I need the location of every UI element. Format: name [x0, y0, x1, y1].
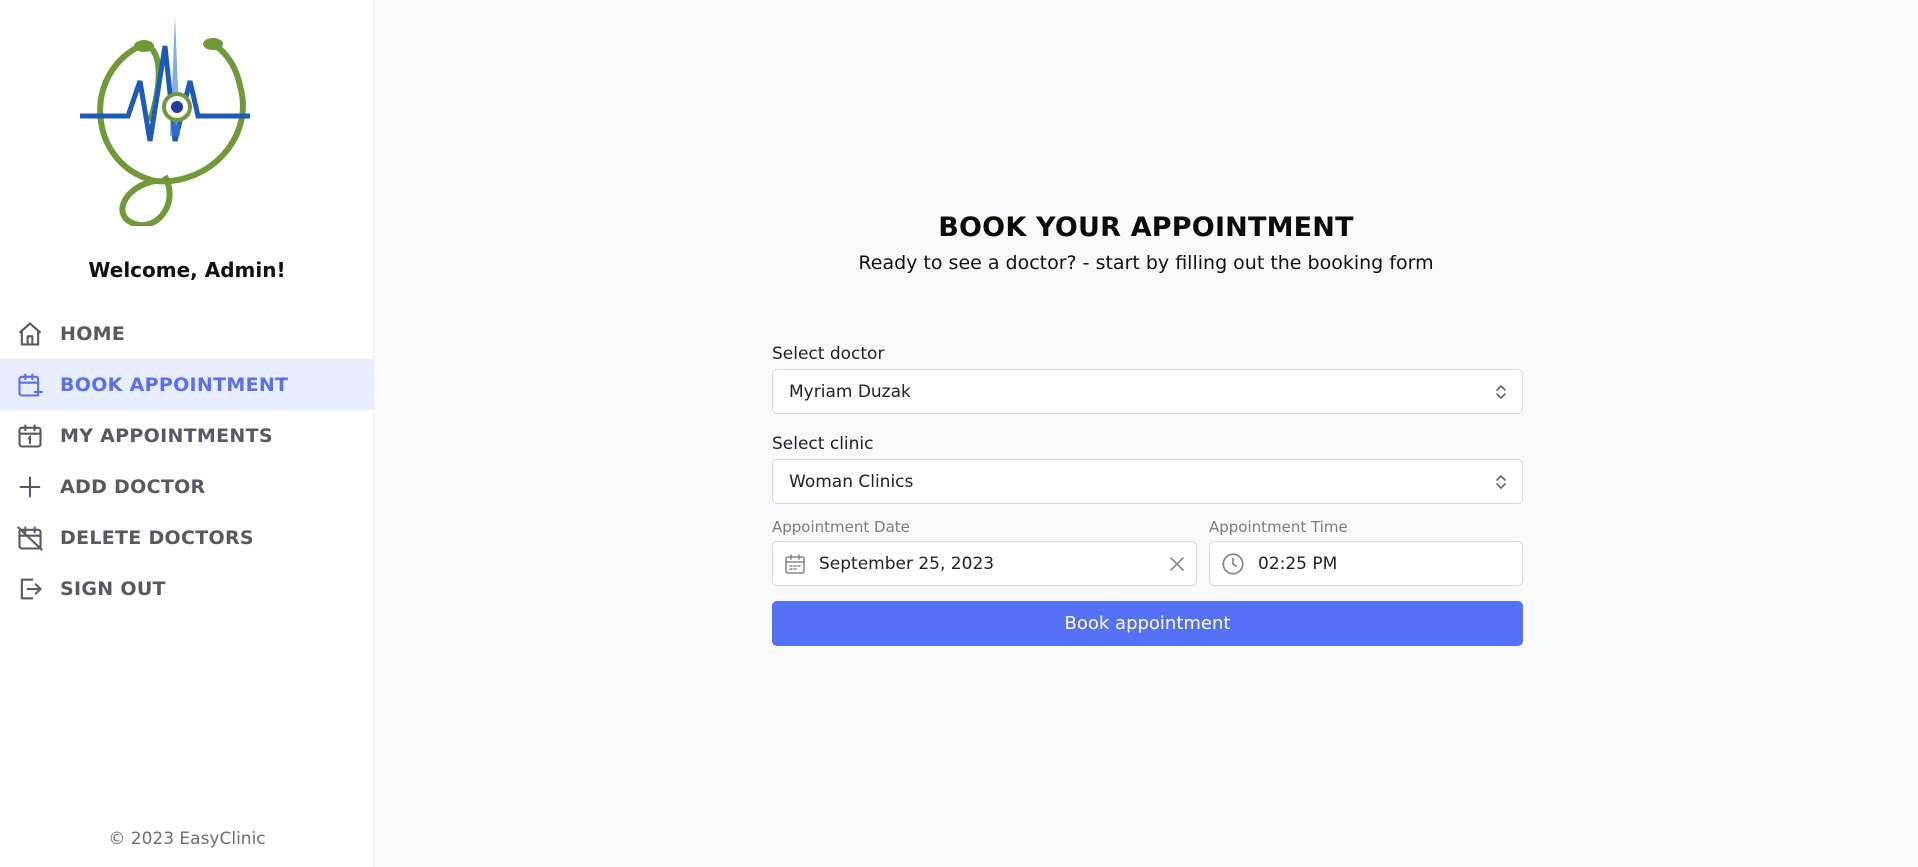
page-title: BOOK YOUR APPOINTMENT: [938, 212, 1354, 243]
booking-form: Select doctor Myriam Duzak Select clinic…: [772, 344, 1523, 646]
clock-icon: [1222, 552, 1244, 575]
chevron-up-down-icon: [1496, 474, 1506, 489]
date-column: Appointment Date September 25, 2023: [772, 518, 1197, 586]
sidebar-item-delete-doctors[interactable]: DELETE DOCTORS: [0, 512, 374, 563]
main-content: BOOK YOUR APPOINTMENT Ready to see a doc…: [374, 0, 1918, 867]
date-time-row: Appointment Date September 25, 2023 Appo…: [772, 518, 1523, 586]
calendar-off-icon: [16, 524, 44, 552]
time-label: Appointment Time: [1209, 518, 1348, 536]
sidebar-nav: HOME BOOK APPOINTMENT MY APPOINTMENTS AD…: [0, 308, 374, 614]
sidebar: Welcome, Admin! HOME BOOK APPOINTMENT MY…: [0, 0, 374, 867]
doctor-select-label: Select doctor: [772, 344, 885, 364]
sidebar-item-label: HOME: [60, 322, 126, 345]
doctor-select[interactable]: Myriam Duzak: [772, 369, 1523, 414]
calendar-icon: [785, 553, 805, 574]
sidebar-item-label: BOOK APPOINTMENT: [60, 373, 289, 396]
app-root: Welcome, Admin! HOME BOOK APPOINTMENT MY…: [0, 0, 1918, 867]
clinic-select-value: Woman Clinics: [789, 471, 914, 492]
date-value: September 25, 2023: [819, 553, 995, 574]
calendar-icon: [16, 422, 44, 450]
logo: [70, 16, 300, 229]
sidebar-item-add-doctor[interactable]: ADD DOCTOR: [0, 461, 374, 512]
sidebar-item-label: SIGN OUT: [60, 577, 166, 600]
doctor-select-value: Myriam Duzak: [789, 381, 911, 402]
sidebar-item-book-appointment[interactable]: BOOK APPOINTMENT: [0, 359, 374, 410]
stethoscope-heartbeat-logo: [80, 16, 250, 229]
date-picker[interactable]: September 25, 2023: [772, 541, 1197, 586]
calendar-plus-icon: [16, 371, 44, 399]
sidebar-item-label: DELETE DOCTORS: [60, 526, 254, 549]
clinic-select-label: Select clinic: [772, 434, 874, 454]
time-value: 02:25 PM: [1258, 553, 1338, 574]
sidebar-item-sign-out[interactable]: SIGN OUT: [0, 563, 374, 614]
sidebar-item-my-appointments[interactable]: MY APPOINTMENTS: [0, 410, 374, 461]
sidebar-item-home[interactable]: HOME: [0, 308, 374, 359]
time-picker[interactable]: 02:25 PM: [1209, 541, 1523, 586]
sidebar-item-label: ADD DOCTOR: [60, 475, 206, 498]
copyright: © 2023 EasyClinic: [108, 829, 266, 849]
chevron-up-down-icon: [1496, 384, 1506, 399]
clear-icon[interactable]: [1168, 555, 1186, 573]
welcome-message: Welcome, Admin!: [88, 258, 286, 282]
logout-icon: [16, 575, 44, 603]
book-appointment-button[interactable]: Book appointment: [772, 601, 1523, 646]
home-icon: [16, 320, 44, 348]
clinic-select[interactable]: Woman Clinics: [772, 459, 1523, 504]
date-label: Appointment Date: [772, 518, 910, 536]
sidebar-item-label: MY APPOINTMENTS: [60, 424, 273, 447]
plus-icon: [16, 473, 44, 501]
page-subtitle: Ready to see a doctor? - start by fillin…: [858, 252, 1434, 274]
time-column: Appointment Time 02:25 PM: [1209, 518, 1523, 586]
